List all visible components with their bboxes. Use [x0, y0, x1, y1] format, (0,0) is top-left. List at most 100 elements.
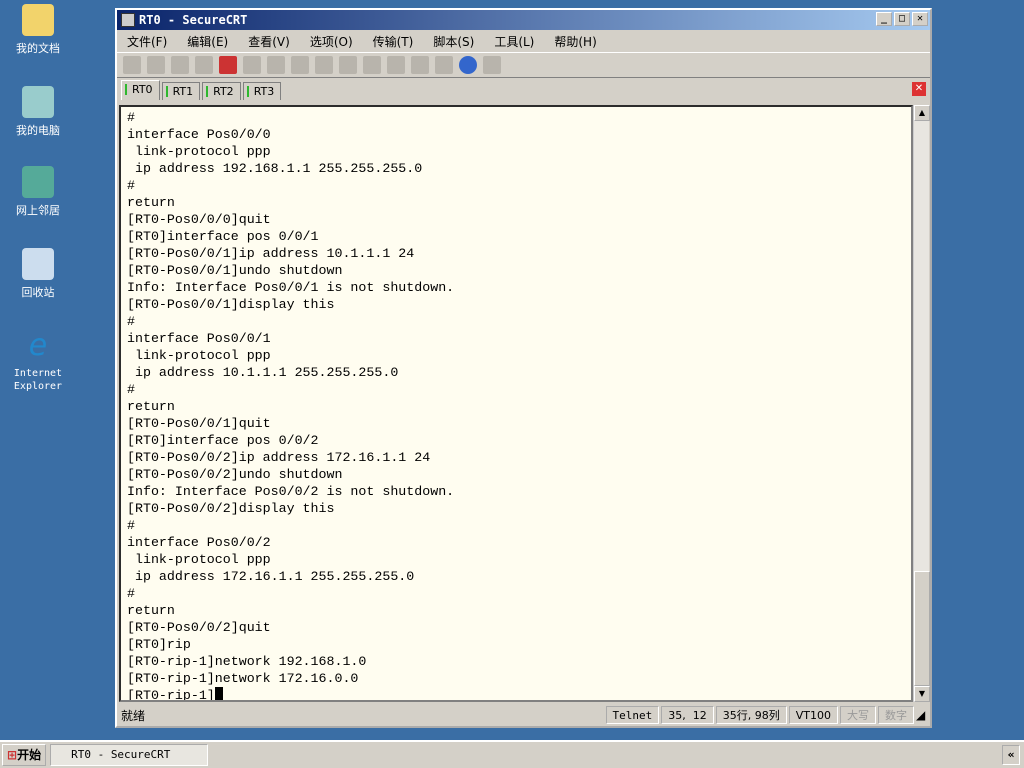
menu-file[interactable]: 文件(F)	[127, 33, 167, 50]
window-title: RT0 - SecureCRT	[139, 13, 248, 27]
terminal-line: [RT0]interface pos 0/0/2	[127, 433, 319, 448]
computer-icon	[22, 86, 54, 118]
terminal-output: # interface Pos0/0/0 link-protocol ppp ip…	[121, 107, 911, 700]
tab-rt3[interactable]: RT3	[242, 82, 282, 100]
menu-help[interactable]: 帮助(H)	[554, 33, 596, 50]
terminal-line: ip address 10.1.1.1 255.255.255.0	[127, 365, 399, 380]
desktop-recycle-bin[interactable]: 回收站	[4, 248, 72, 300]
terminal-line: interface Pos0/0/1	[127, 331, 271, 346]
taskbar-securecrt[interactable]: RT0 - SecureCRT	[50, 744, 209, 766]
scroll-down-button[interactable]: ▼	[914, 686, 930, 702]
securecrt-window: RT0 - SecureCRT _ □ ✕ 文件(F) 编辑(E) 查看(V) 选项(O)…	[115, 8, 932, 728]
print-icon[interactable]	[363, 56, 381, 74]
title-bar[interactable]: RT0 - SecureCRT _ □ ✕	[117, 10, 930, 30]
maximize-button[interactable]: □	[894, 12, 910, 26]
disconnect-icon[interactable]	[219, 56, 237, 74]
toolbar	[117, 52, 930, 78]
session-tabs: RT0 RT1 RT2 RT3 ✕	[117, 78, 930, 100]
terminal-line: [RT0-Pos0/0/1]display this	[127, 297, 335, 312]
terminal-line: [RT0-Pos0/0/2]undo shutdown	[127, 467, 343, 482]
network-icon	[22, 166, 54, 198]
terminal-line: #	[127, 518, 135, 533]
terminal-line: [RT0-Pos0/0/2]display this	[127, 501, 335, 516]
terminal-line: Info: Interface Pos0/0/2 is not shutdown…	[127, 484, 455, 499]
terminal-line: [RT0-rip-1]	[127, 687, 911, 700]
terminal-line: [RT0-Pos0/0/2]quit	[127, 620, 271, 635]
terminal-line: #	[127, 110, 135, 125]
status-ready: 就绪	[121, 708, 146, 723]
terminal-line: return	[127, 195, 175, 210]
desktop-ie[interactable]: e Internet Explorer	[4, 328, 72, 393]
terminal-line: return	[127, 603, 175, 618]
print-setup-icon[interactable]	[315, 56, 333, 74]
keymap-icon[interactable]	[435, 56, 453, 74]
scroll-thumb[interactable]	[914, 571, 930, 686]
terminal-line: link-protocol ppp	[127, 144, 271, 159]
tab-rt2[interactable]: RT2	[202, 82, 241, 100]
terminal-line: [RT0-Pos0/0/0]quit	[127, 212, 271, 227]
terminal-line: #	[127, 382, 135, 397]
terminal-line: [RT0]interface pos 0/0/1	[127, 229, 319, 244]
taskbar: ⊞开始 RT0 - SecureCRT «	[0, 740, 1024, 768]
app-icon	[121, 13, 135, 27]
terminal-line: return	[127, 399, 175, 414]
terminal-line: interface Pos0/0/2	[127, 535, 271, 550]
status-protocol: Telnet	[605, 706, 660, 724]
status-caps: 大写	[840, 706, 876, 724]
menu-bar: 文件(F) 编辑(E) 查看(V) 选项(O) 传输(T) 脚本(S) 工具(L) 帮助(H)	[117, 30, 930, 52]
global-options-icon[interactable]	[411, 56, 429, 74]
connect-icon[interactable]	[123, 56, 141, 74]
terminal-line: [RT0]rip	[127, 637, 191, 652]
start-button[interactable]: ⊞开始	[2, 744, 47, 766]
menu-script[interactable]: 脚本(S)	[433, 33, 474, 50]
terminal[interactable]: # interface Pos0/0/0 link-protocol ppp ip…	[119, 105, 913, 702]
menu-edit[interactable]: 编辑(E)	[187, 33, 228, 50]
terminal-line: ip address 192.168.1.1 255.255.255.0	[127, 161, 423, 176]
terminal-line: #	[127, 586, 135, 601]
close-button[interactable]: ✕	[912, 12, 928, 26]
terminal-line: #	[127, 178, 135, 193]
terminal-line: [RT0-rip-1]network 172.16.0.0	[127, 671, 359, 686]
session-options-icon[interactable]	[387, 56, 405, 74]
tray-expand-button[interactable]: «	[1002, 745, 1020, 765]
ie-icon: e	[28, 328, 48, 363]
terminal-line: #	[127, 314, 135, 329]
vertical-scrollbar[interactable]: ▲ ▼	[913, 105, 930, 702]
minimize-button[interactable]: _	[876, 12, 892, 26]
cursor	[214, 687, 223, 700]
status-cursor-pos: 35, 12	[661, 706, 714, 724]
recycle-bin-icon	[22, 248, 54, 280]
desktop-network[interactable]: 网上邻居	[4, 166, 72, 218]
menu-options[interactable]: 选项(O)	[310, 33, 353, 50]
terminal-line: interface Pos0/0/0	[127, 127, 271, 142]
terminal-line: Info: Interface Pos0/0/1 is not shutdown…	[127, 280, 455, 295]
terminal-line: [RT0-Pos0/0/1]ip address 10.1.1.1 24	[127, 246, 415, 261]
quick-connect-icon[interactable]	[147, 56, 165, 74]
copy-icon[interactable]	[243, 56, 261, 74]
status-num: 数字	[878, 706, 914, 724]
desktop-my-computer[interactable]: 我的电脑	[4, 86, 72, 138]
tab-rt1[interactable]: RT1	[161, 82, 201, 100]
scroll-up-button[interactable]: ▲	[914, 105, 930, 121]
menu-view[interactable]: 查看(V)	[248, 33, 290, 50]
print-selection-icon[interactable]	[339, 56, 357, 74]
terminal-line: ip address 172.16.1.1 255.255.255.0	[127, 569, 415, 584]
reconnect-icon[interactable]	[195, 56, 213, 74]
resize-grip[interactable]: ◢	[916, 708, 930, 722]
terminal-line: link-protocol ppp	[127, 348, 271, 363]
session-tab-icon[interactable]	[171, 56, 189, 74]
find-icon[interactable]	[291, 56, 309, 74]
terminal-line: link-protocol ppp	[127, 552, 271, 567]
close-tab-icon[interactable]: ✕	[912, 82, 926, 96]
terminal-line: [RT0-rip-1]network 192.168.1.0	[127, 654, 367, 669]
help-icon[interactable]	[459, 56, 477, 74]
paste-icon[interactable]	[267, 56, 285, 74]
desktop-my-documents[interactable]: 我的文档	[4, 4, 72, 56]
menu-tools[interactable]: 工具(L)	[494, 33, 534, 50]
sftp-icon[interactable]	[483, 56, 501, 74]
menu-transfer[interactable]: 传输(T)	[373, 33, 414, 50]
windows-logo-icon: ⊞	[7, 748, 18, 762]
status-emulation: VT100	[788, 706, 838, 724]
tab-rt0[interactable]: RT0	[121, 80, 160, 100]
status-size: 35行, 98列	[715, 706, 787, 724]
